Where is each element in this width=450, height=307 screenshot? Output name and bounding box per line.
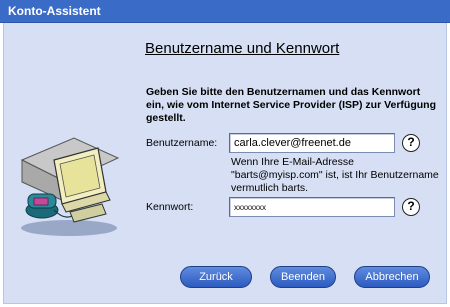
intro-text: Geben Sie bitte den Benutzernamen und da… [146, 86, 436, 124]
cancel-button[interactable]: Abbrechen [354, 266, 430, 288]
username-field[interactable]: carla.clever@freenet.de [229, 133, 395, 153]
password-field[interactable]: xxxxxxxx [229, 197, 395, 217]
computer-illustration-icon [20, 137, 120, 236]
password-label: Kennwort: [146, 201, 194, 213]
username-label: Benutzername: [146, 137, 218, 149]
computer-with-phone-illustration-icon [14, 130, 126, 240]
title-bar: Konto-Assistent [0, 0, 450, 23]
password-help-icon[interactable]: ? [402, 198, 420, 216]
back-button[interactable]: Zurück [180, 266, 252, 288]
wizard-window: Konto-Assistent Benutzername und Kennwor… [0, 0, 450, 307]
finish-button[interactable]: Beenden [270, 266, 336, 288]
username-help-icon[interactable]: ? [402, 134, 420, 152]
username-hint: Wenn Ihre E-Mail-Adresse "barts@myisp.co… [231, 156, 439, 194]
window-title: Konto-Assistent [8, 4, 101, 18]
page-title: Benutzername und Kennwort [145, 40, 340, 57]
